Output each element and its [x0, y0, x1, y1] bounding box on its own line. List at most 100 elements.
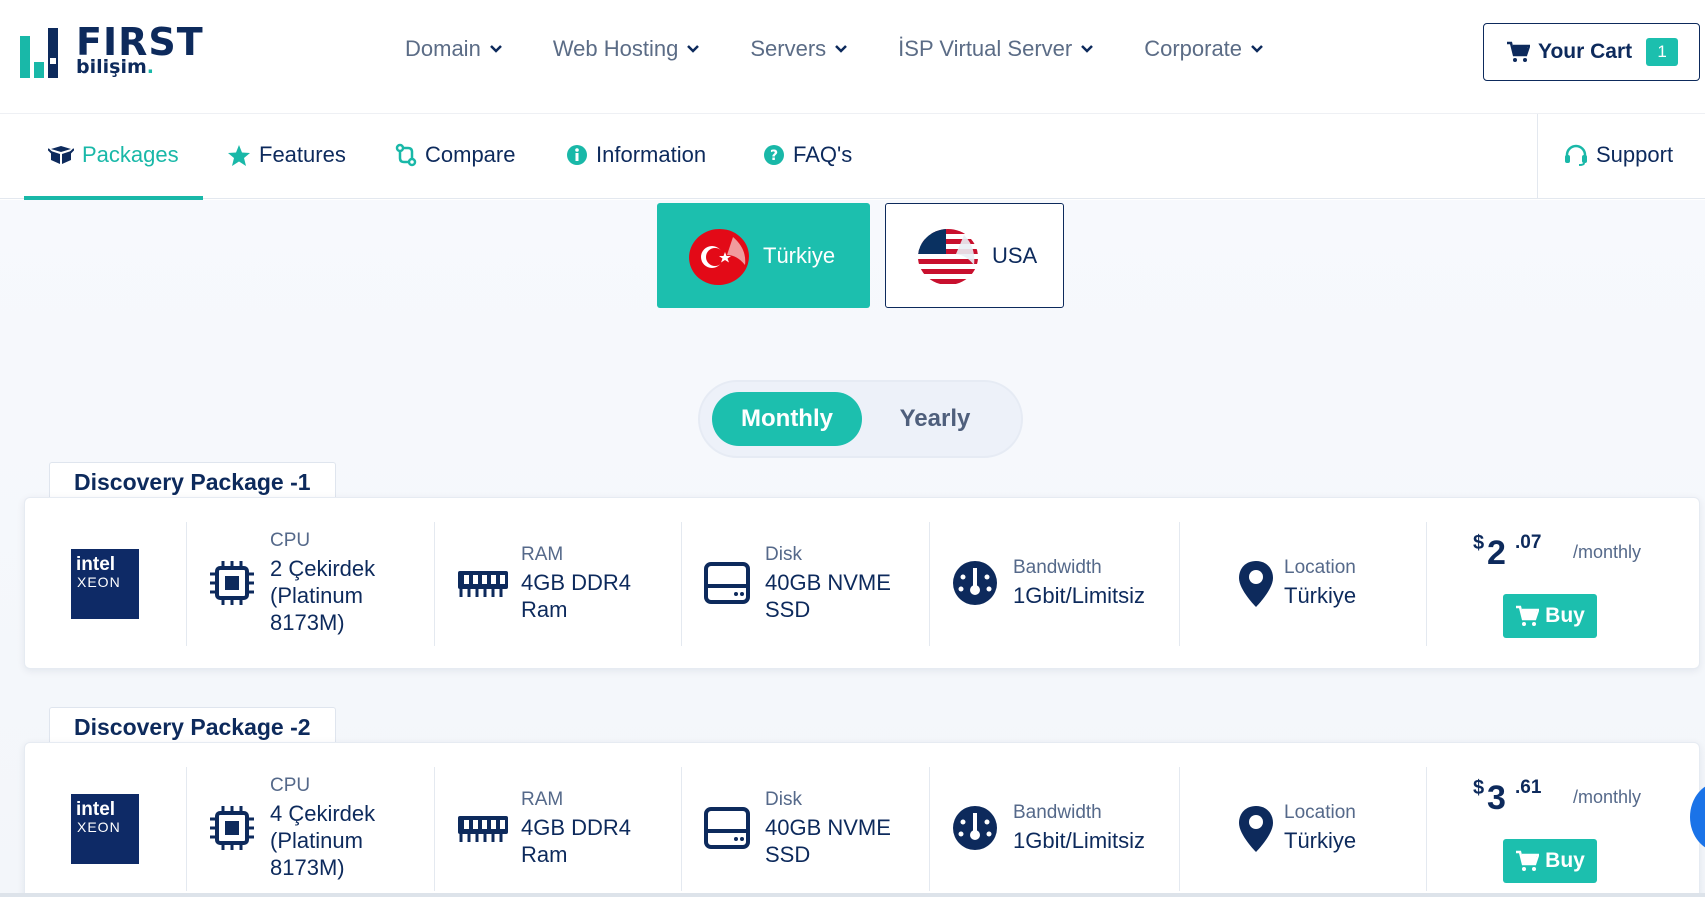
tab-features[interactable]: Features	[227, 142, 346, 168]
price-decimal: .61	[1515, 777, 1542, 798]
package-1-title: Discovery Package -1	[49, 462, 336, 502]
chevron-down-icon	[835, 45, 848, 53]
intel-xeon-line1: intel	[76, 799, 116, 820]
price-period: /monthly	[1573, 787, 1642, 807]
nav-isp-virtual-server[interactable]: İSP Virtual Server	[898, 36, 1094, 62]
cpu-value-line1: 2 Çekirdek	[270, 556, 376, 581]
chevron-down-icon	[1081, 45, 1094, 53]
section-tabs: Packages Features Compare Information ? …	[0, 114, 1705, 200]
ram-value-line1: 4GB DDR4	[521, 570, 632, 595]
tab-compare[interactable]: Compare	[395, 142, 515, 168]
cpu-value-line2: (Platinum	[270, 583, 363, 608]
bottom-scroll-strip	[0, 893, 1705, 897]
intel-xeon-line2: XEON	[77, 574, 121, 590]
info-icon	[567, 145, 587, 165]
chevron-down-icon	[687, 45, 700, 53]
package-1-cpu: CPU 2 Çekirdek (Platinum 8173M)	[187, 522, 435, 646]
logo-bars-icon	[20, 28, 58, 78]
cpu-value-line2: (Platinum	[270, 828, 363, 853]
intel-xeon-logo: intel XEON	[71, 549, 139, 619]
location-label: Location	[1284, 557, 1356, 578]
billing-yearly-option[interactable]: Yearly	[860, 392, 1010, 446]
price-integer: 3	[1487, 779, 1506, 817]
ram-value-line1: 4GB DDR4	[521, 815, 632, 840]
nav-web-hosting[interactable]: Web Hosting	[553, 36, 701, 62]
nav-domain-label: Domain	[405, 36, 481, 61]
tab-faqs[interactable]: ? FAQ's	[763, 142, 852, 168]
site-header: FIRST bilişim. Domain Web Hosting Server…	[0, 0, 1705, 114]
disk-value-line2: SSD	[765, 597, 811, 622]
cart-button[interactable]: Your Cart 1	[1483, 23, 1700, 81]
package-2-cpu: CPU 4 Çekirdek (Platinum 8173M)	[187, 767, 435, 891]
chevron-down-icon	[1251, 45, 1263, 53]
star-icon	[228, 144, 250, 166]
buy-label: Buy	[1545, 849, 1585, 872]
package-1-buy-button[interactable]: Buy	[1503, 594, 1597, 638]
package-1-ram: RAM 4GB DDR4 Ram	[435, 522, 682, 646]
cart-count-badge: 1	[1646, 38, 1679, 66]
ram-icon	[458, 571, 508, 597]
logo-sub-text: bilişim	[76, 56, 147, 78]
site-logo[interactable]: FIRST bilişim.	[20, 20, 220, 80]
package-1-location: Location Türkiye	[1180, 522, 1427, 646]
tab-packages[interactable]: Packages	[48, 142, 179, 168]
support-section: Support	[1537, 114, 1705, 199]
support-link[interactable]: Support	[1564, 142, 1673, 168]
package-1-name: Discovery Package -1	[74, 469, 311, 495]
tab-information-label: Information	[596, 142, 707, 167]
package-2-bandwidth: Bandwidth 1Gbit/Limitsiz	[930, 767, 1180, 891]
nav-corporate-label: Corporate	[1144, 36, 1243, 61]
svg-text:?: ?	[770, 148, 778, 164]
package-2-location: Location Türkiye	[1180, 767, 1427, 891]
tab-faqs-label: FAQ's	[793, 142, 853, 167]
buy-label: Buy	[1545, 604, 1585, 627]
bandwidth-label: Bandwidth	[1013, 802, 1102, 823]
location-usa-button[interactable]: USA	[885, 203, 1064, 308]
hard-drive-icon	[704, 562, 750, 604]
logo-sub: bilişim.	[76, 56, 154, 78]
cpu-label: CPU	[270, 775, 311, 796]
package-2-ram: RAM 4GB DDR4 Ram	[435, 767, 682, 891]
intel-xeon-line1: intel	[76, 554, 116, 575]
nav-web-hosting-label: Web Hosting	[552, 36, 679, 61]
chevron-down-icon	[489, 45, 502, 53]
price-currency: $	[1473, 532, 1485, 554]
location-value: Türkiye	[1284, 583, 1357, 608]
package-1-disk: Disk 40GB NVME SSD	[682, 522, 930, 646]
location-turkiye-button[interactable]: Türkiye	[657, 203, 870, 308]
package-1-bandwidth: Bandwidth 1Gbit/Limitsiz	[930, 522, 1180, 646]
nav-servers[interactable]: Servers	[750, 36, 848, 62]
question-icon: ?	[764, 145, 784, 165]
location-turkiye-label: Türkiye	[763, 242, 836, 268]
disk-value-line1: 40GB NVME	[765, 815, 891, 840]
disk-value-line2: SSD	[765, 842, 811, 867]
cart-icon	[1516, 605, 1540, 626]
intel-xeon-line2: XEON	[77, 819, 121, 835]
cpu-value-line3: 8173M)	[270, 855, 345, 880]
support-label: Support	[1596, 142, 1674, 167]
ram-icon	[458, 816, 508, 842]
intel-xeon-logo: intel XEON	[71, 794, 139, 864]
tab-information[interactable]: Information	[566, 142, 706, 168]
billing-monthly-option[interactable]: Monthly	[712, 392, 862, 446]
tab-compare-label: Compare	[425, 142, 516, 167]
nav-corporate[interactable]: Corporate	[1144, 36, 1264, 62]
usa-flag-icon	[918, 228, 978, 285]
package-2-card: intel XEON CPU 4 Çekirdek (Platinum 8173…	[24, 742, 1700, 897]
location-label: Location	[1284, 802, 1356, 823]
nav-servers-label: Servers	[750, 36, 827, 61]
cpu-icon	[210, 806, 254, 850]
package-2-processor: intel XEON	[25, 767, 187, 891]
ram-label: RAM	[521, 544, 564, 565]
bandwidth-value: 1Gbit/Limitsiz	[1013, 583, 1146, 608]
tab-features-label: Features	[259, 142, 346, 167]
price-period: /monthly	[1573, 542, 1642, 562]
ram-label: RAM	[521, 789, 564, 810]
package-2-buy-button[interactable]: Buy	[1503, 839, 1597, 883]
package-2-name: Discovery Package -2	[74, 714, 311, 740]
disk-label: Disk	[765, 544, 802, 565]
nav-domain[interactable]: Domain	[405, 36, 503, 62]
turkey-flag-icon	[689, 228, 749, 285]
package-2-title: Discovery Package -2	[49, 707, 336, 747]
price-integer: 2	[1487, 534, 1506, 572]
